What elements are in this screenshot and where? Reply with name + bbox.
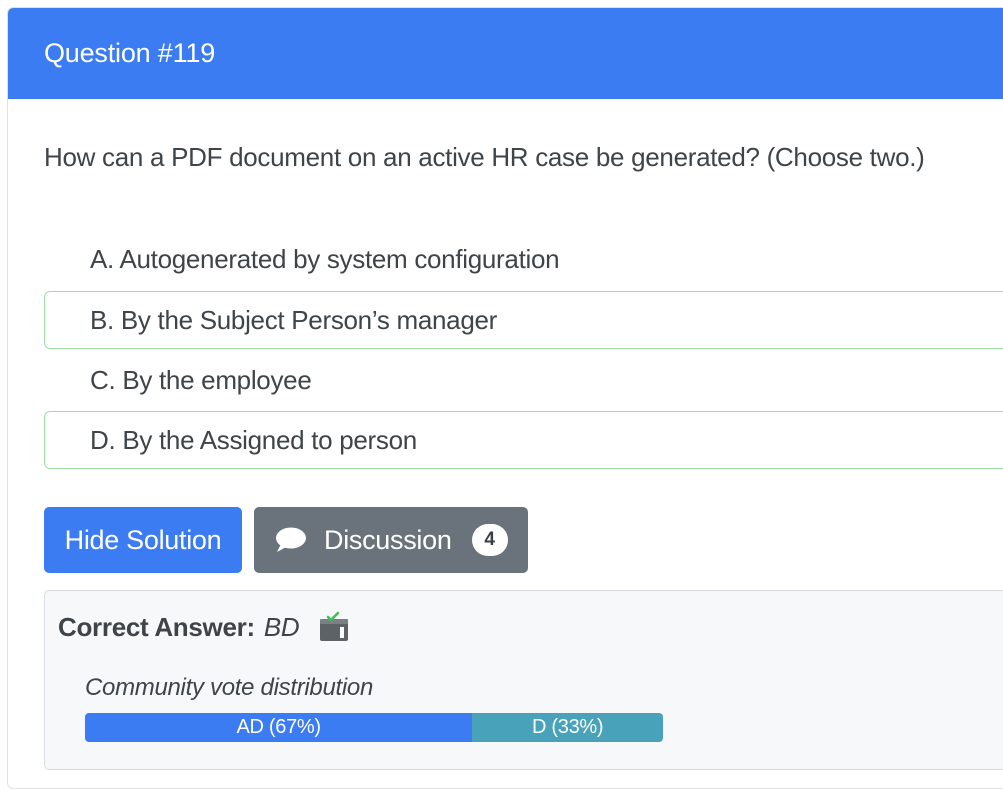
choice-a[interactable]: A. Autogenerated by system configuration — [44, 230, 1003, 288]
choice-c-label: C. By the employee — [90, 364, 312, 395]
chat-bubble-icon — [274, 525, 308, 555]
correct-answer-label: Correct Answer: — [58, 611, 255, 642]
question-text: How can a PDF document on an active HR c… — [44, 142, 925, 172]
choice-d[interactable]: D. By the Assigned to person — [44, 411, 1003, 469]
vote-distribution-label: Community vote distribution — [85, 674, 374, 701]
hide-solution-button[interactable]: Hide Solution — [44, 507, 242, 573]
vote-segment-ad: AD (67%) — [85, 713, 473, 742]
answer-box: Correct Answer: BD Community vote distri… — [44, 590, 1003, 770]
discussion-button[interactable]: Discussion 4 — [254, 507, 528, 573]
vote-segment-ad-label: AD (67%) — [236, 716, 321, 738]
choice-c[interactable]: C. By the employee — [44, 351, 1003, 409]
vote-distribution-bar: AD (67%) D (33%) — [85, 713, 663, 742]
choice-b-label: B. By the Subject Person’s manager — [90, 304, 497, 335]
correct-answer-value: BD — [263, 611, 300, 642]
hide-solution-label: Hide Solution — [64, 524, 222, 555]
choice-d-label: D. By the Assigned to person — [90, 424, 417, 455]
discussion-label: Discussion — [324, 524, 452, 555]
vote-segment-d-label: D (33%) — [531, 716, 604, 738]
question-number: Question #119 — [44, 38, 216, 68]
discussion-count-badge: 4 — [471, 524, 508, 556]
vote-segment-d: D (33%) — [472, 713, 663, 742]
reveal-solution-icon[interactable] — [317, 611, 351, 643]
question-card: Question #119 How can a PDF document on … — [7, 7, 1003, 789]
correct-answer-line: Correct Answer: BD — [58, 611, 351, 643]
choice-a-label: A. Autogenerated by system configuration — [90, 243, 560, 274]
question-header: Question #119 — [8, 8, 1003, 99]
choice-b[interactable]: B. By the Subject Person’s manager — [44, 291, 1003, 349]
